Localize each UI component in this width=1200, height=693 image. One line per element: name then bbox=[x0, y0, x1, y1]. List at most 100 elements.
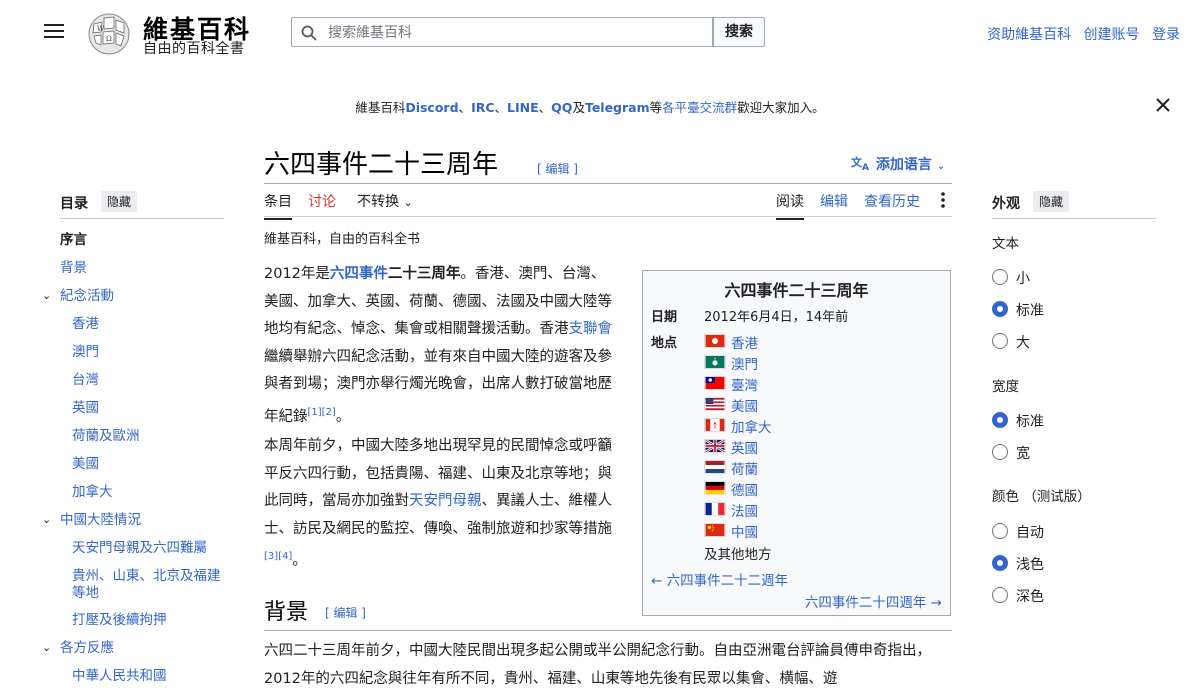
width-wide-label[interactable]: 宽 bbox=[1016, 443, 1030, 463]
color-light-radio[interactable] bbox=[992, 555, 1008, 571]
citation-ref[interactable]: [1][2] bbox=[308, 407, 336, 418]
variant-label: 不转换 bbox=[357, 194, 399, 210]
toc-item-guizhou[interactable]: 貴州、山東、北京及福建等地 bbox=[72, 568, 222, 602]
notice-telegram-link[interactable]: Telegram bbox=[585, 100, 650, 115]
link-tiananmen-mothers[interactable]: 天安門母親 bbox=[409, 493, 482, 509]
toc-item-taiwan[interactable]: 台灣 bbox=[72, 372, 232, 389]
notice-line-link[interactable]: LINE bbox=[507, 100, 539, 115]
place-name[interactable]: 中國 bbox=[731, 521, 758, 541]
chevron-down-icon[interactable]: ⌄ bbox=[42, 289, 51, 302]
p1-bold: 二十三周年 bbox=[387, 266, 461, 282]
toc-item-canada[interactable]: 加拿大 bbox=[72, 484, 232, 501]
place-name[interactable]: 荷蘭 bbox=[731, 458, 758, 478]
color-dark-radio[interactable] bbox=[992, 587, 1008, 603]
search-input[interactable] bbox=[326, 18, 700, 48]
chevron-down-icon[interactable]: ⌄ bbox=[42, 641, 51, 654]
notice-discord-link[interactable]: Discord bbox=[405, 100, 458, 115]
toc-item-netherlands[interactable]: 荷蘭及歐洲 bbox=[72, 428, 232, 445]
notice-mid: 等 bbox=[649, 100, 663, 115]
place-name[interactable]: 美國 bbox=[731, 395, 758, 415]
title-edit-label[interactable]: [ 编辑 ] bbox=[537, 162, 578, 176]
section-edit-label[interactable]: [ 编辑 ] bbox=[325, 606, 366, 620]
link-june-fourth[interactable]: 六四事件 bbox=[330, 266, 388, 282]
toc-item-prc[interactable]: 中華人民共和國 bbox=[72, 668, 232, 685]
place-name[interactable]: 臺灣 bbox=[731, 374, 758, 394]
tab-edit[interactable]: 编辑 bbox=[820, 191, 848, 211]
infobox-next-link[interactable]: 六四事件二十四週年 → bbox=[805, 591, 942, 611]
hamburger-icon-bar bbox=[44, 24, 64, 26]
title-edit-link[interactable]: [ 编辑 ] bbox=[537, 160, 578, 177]
toc-item-macau[interactable]: 澳門 bbox=[72, 344, 232, 361]
toc-divider bbox=[60, 218, 224, 219]
text-size-small-label[interactable]: 小 bbox=[1016, 268, 1030, 288]
netherlands-flag-icon bbox=[704, 460, 726, 474]
toc-item-mainland[interactable]: 中國大陸情況 bbox=[60, 512, 141, 529]
chevron-down-icon[interactable]: ⌄ bbox=[42, 513, 51, 526]
add-languages-button[interactable]: 文 A 添加语言 ⌄ bbox=[851, 154, 945, 174]
tab-variant[interactable]: 不转换 ⌄ bbox=[357, 191, 413, 211]
svg-text:W: W bbox=[97, 25, 105, 33]
infobox-date-label: 日期 bbox=[651, 310, 678, 325]
toc-title: 目录 bbox=[60, 196, 88, 212]
section-heading-background: 背景 bbox=[264, 600, 309, 625]
appearance-hide-button[interactable]: 隐藏 bbox=[1033, 191, 1070, 212]
notice-separator: 、 bbox=[494, 100, 508, 115]
color-dark-label[interactable]: 深色 bbox=[1016, 586, 1044, 606]
text-size-large-label[interactable]: 大 bbox=[1016, 332, 1030, 352]
wikipedia-globe-icon[interactable]: W Ω bbox=[84, 10, 134, 56]
toc-item-hongkong[interactable]: 香港 bbox=[72, 316, 232, 333]
second-paragraph: 本周年前夕，中國大陸多地出現罕見的民間悼念或呼籲平反六四行動，包括貴陽、福建、山… bbox=[264, 433, 619, 575]
create-account-link[interactable]: 创建账号 bbox=[1084, 27, 1140, 43]
color-light-label[interactable]: 浅色 bbox=[1016, 554, 1044, 574]
width-standard-radio[interactable] bbox=[992, 412, 1008, 428]
place-name[interactable]: 澳門 bbox=[731, 353, 758, 373]
donate-link[interactable]: 资助維基百科 bbox=[987, 27, 1071, 43]
toc-item-uk[interactable]: 英國 bbox=[72, 400, 232, 417]
intro-paragraph: 2012年是六四事件二十三周年。香港、澳門、台灣、美國、加拿大、英國、荷蘭、德國… bbox=[264, 261, 619, 431]
toc-item-background[interactable]: 背景 bbox=[60, 260, 87, 277]
appearance-divider bbox=[992, 218, 1156, 219]
place-name[interactable]: 法國 bbox=[731, 500, 758, 520]
background-paragraph: 六四二十三周年前夕，中國大陸民間出現多起公開或半公開紀念行動。自由亞洲電台評論員… bbox=[264, 643, 931, 687]
text-size-standard-label[interactable]: 标准 bbox=[1016, 300, 1044, 320]
macau-flag-icon bbox=[704, 355, 726, 369]
notice-suffix: 歡迎大家加入。 bbox=[737, 100, 825, 115]
text-size-small-radio[interactable] bbox=[992, 269, 1008, 285]
toc-hide-button[interactable]: 隐藏 bbox=[101, 191, 138, 212]
search-box bbox=[291, 17, 713, 48]
hamburger-icon-bar bbox=[44, 36, 64, 38]
text-size-standard-radio[interactable] bbox=[992, 301, 1008, 317]
place-name[interactable]: 德國 bbox=[731, 479, 758, 499]
toc-item-tiananmen-mothers[interactable]: 天安門母親及六四難屬 bbox=[72, 540, 232, 557]
text-size-large-radio[interactable] bbox=[992, 333, 1008, 349]
toc-item-usa[interactable]: 美國 bbox=[72, 456, 232, 473]
toc-item-reactions[interactable]: 各方反應 bbox=[60, 640, 114, 657]
width-wide-radio[interactable] bbox=[992, 444, 1008, 460]
place-name[interactable]: 加拿大 bbox=[731, 416, 772, 436]
uk-flag-icon bbox=[704, 439, 726, 453]
notice-prefix: 維基百科 bbox=[355, 100, 406, 115]
close-icon[interactable] bbox=[1154, 96, 1172, 114]
section-edit-link[interactable]: [ 编辑 ] bbox=[325, 604, 366, 621]
toc-item-memorial[interactable]: 紀念活動 bbox=[60, 288, 114, 305]
toc-item-intro[interactable]: 序言 bbox=[60, 232, 87, 249]
notice-irc-link[interactable]: IRC bbox=[471, 100, 494, 115]
login-link[interactable]: 登录 bbox=[1152, 27, 1180, 43]
hk-flag-icon bbox=[704, 334, 726, 348]
toc-item-crackdown[interactable]: 打壓及後續拘押 bbox=[72, 612, 232, 629]
notice-groups-link[interactable]: 各平臺交流群 bbox=[662, 100, 737, 115]
width-standard-label[interactable]: 标准 bbox=[1016, 411, 1044, 431]
more-actions-icon[interactable] bbox=[938, 191, 948, 209]
place-name[interactable]: 香港 bbox=[731, 332, 758, 352]
place-name[interactable]: 英國 bbox=[731, 437, 758, 457]
citation-ref[interactable]: [3][4] bbox=[264, 551, 292, 562]
tab-history[interactable]: 查看历史 bbox=[864, 191, 920, 211]
color-auto-label[interactable]: 自动 bbox=[1016, 522, 1044, 542]
search-button[interactable]: 搜索 bbox=[713, 17, 765, 47]
main-menu-button[interactable] bbox=[44, 24, 64, 40]
link-hk-alliance[interactable]: 支聯會 bbox=[569, 321, 613, 337]
tab-talk[interactable]: 讨论 bbox=[308, 191, 336, 211]
infobox-previous-link[interactable]: ← 六四事件二十二週年 bbox=[651, 569, 788, 589]
notice-qq-link[interactable]: QQ bbox=[551, 100, 572, 115]
color-auto-radio[interactable] bbox=[992, 523, 1008, 539]
